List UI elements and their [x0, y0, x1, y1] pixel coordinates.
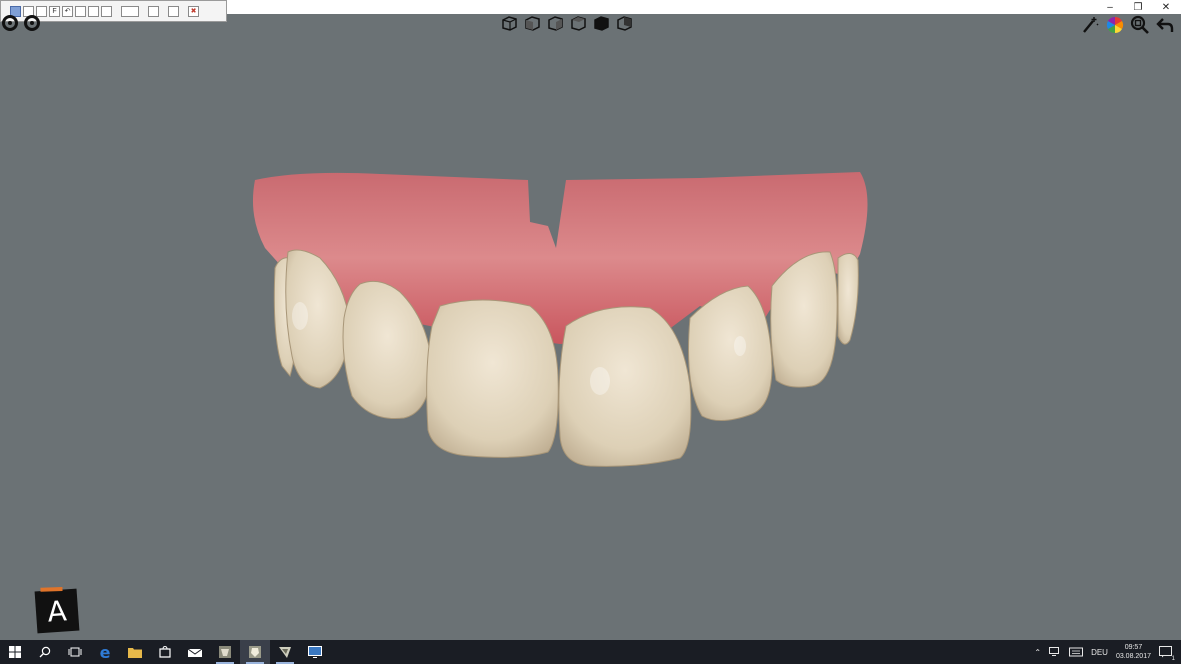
color-wheel-icon[interactable]	[1105, 15, 1125, 35]
cube-left-icon[interactable]	[524, 15, 541, 32]
taskbar-app-mail[interactable]	[180, 640, 210, 664]
target-icon[interactable]	[2, 15, 18, 31]
restore-icon[interactable]: ❐	[1131, 0, 1145, 14]
cube-solid-icon[interactable]	[593, 15, 610, 32]
left-toolbar	[2, 15, 40, 31]
f-tool-button[interactable]: F	[49, 5, 60, 17]
design-app-icon	[279, 647, 291, 658]
windows-logo-icon	[9, 646, 21, 658]
undo-arrow-icon[interactable]	[1155, 15, 1175, 35]
taskbar-app-remote[interactable]	[300, 640, 330, 664]
taskbar-app-edge[interactable]: e	[90, 640, 120, 664]
taskbar: e ⌃ DEU 09:57 03.08.2017 1	[0, 640, 1181, 664]
delete-tool-button[interactable]: ✖	[188, 5, 199, 17]
folder-icon	[128, 647, 142, 658]
search-button[interactable]	[30, 640, 60, 664]
taskbar-app-explorer[interactable]	[120, 640, 150, 664]
clock-time: 09:57	[1124, 644, 1143, 651]
taskbar-app-cad3[interactable]	[270, 640, 300, 664]
layout-dropdown-button[interactable]	[121, 5, 139, 17]
edge-icon: e	[99, 642, 111, 662]
settings-tool-button[interactable]	[148, 5, 159, 17]
cube-back-icon[interactable]	[616, 15, 633, 32]
app-logo: A	[34, 588, 80, 634]
window-controls: – ❐ ✕	[1103, 0, 1173, 14]
magic-wand-icon[interactable]	[1080, 15, 1100, 35]
clock-date: 03.08.2017	[1115, 653, 1151, 660]
tooth-right-central	[558, 306, 692, 467]
search-icon	[39, 646, 51, 658]
cube-right-icon[interactable]	[547, 15, 564, 32]
minimize-icon[interactable]: –	[1103, 0, 1117, 14]
keyboard-icon[interactable]	[1069, 647, 1084, 657]
cube-front-icon[interactable]	[501, 15, 518, 32]
dental-scan-app-icon	[249, 646, 261, 658]
start-button[interactable]	[0, 640, 30, 664]
mail-icon	[188, 648, 202, 657]
dental-app-icon	[219, 646, 231, 658]
right-toolbar	[1080, 15, 1175, 35]
taskbar-app-cad1[interactable]	[210, 640, 240, 664]
remote-desktop-icon	[308, 646, 322, 658]
record-tool-button[interactable]	[75, 5, 86, 17]
language-indicator[interactable]: DEU	[1091, 648, 1108, 657]
link-tool-button[interactable]	[88, 5, 99, 17]
task-view-icon	[68, 647, 82, 657]
notification-count-badge: 1	[1171, 656, 1175, 662]
view-toolbar	[501, 15, 633, 32]
print-tool-button[interactable]	[101, 5, 112, 17]
rotate-tool-button[interactable]: ↶	[62, 5, 73, 17]
cube-top-icon[interactable]	[570, 15, 587, 32]
notification-center-button[interactable]: 1	[1159, 645, 1175, 662]
store-icon	[159, 646, 171, 658]
tooth-left-central	[426, 299, 559, 458]
eye-icon[interactable]	[24, 15, 40, 31]
system-tray: ⌃ DEU 09:57 03.08.2017 1	[1034, 640, 1181, 664]
notification-icon	[1159, 646, 1172, 658]
task-view-button[interactable]	[60, 640, 90, 664]
3d-viewport[interactable]	[0, 36, 1181, 640]
dental-scan-model	[252, 172, 868, 467]
swap-tool-button[interactable]	[168, 5, 179, 17]
tooth-right-molar	[837, 253, 859, 345]
app-logo-letter: A	[46, 593, 68, 629]
taskbar-app-cad2[interactable]	[240, 640, 270, 664]
taskbar-app-store[interactable]	[150, 640, 180, 664]
zoom-icon[interactable]	[1130, 15, 1150, 35]
network-icon[interactable]	[1049, 647, 1061, 657]
close-icon[interactable]: ✕	[1159, 0, 1173, 14]
clock[interactable]: 09:57 03.08.2017	[1116, 643, 1151, 661]
tray-chevron-up-icon[interactable]: ⌃	[1034, 648, 1041, 657]
